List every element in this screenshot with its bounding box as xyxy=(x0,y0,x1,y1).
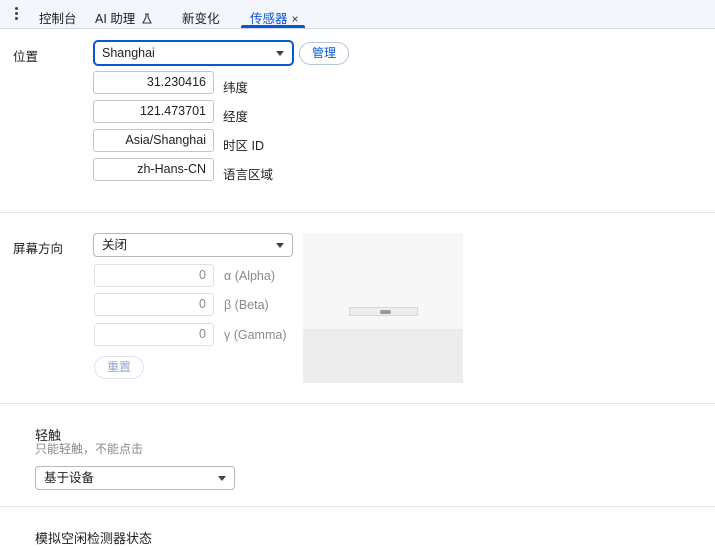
drawer-tabbar: 控制台 AI 助理 新变化 传感器 × xyxy=(0,0,715,29)
location-label: 位置 xyxy=(13,50,39,64)
section-divider xyxy=(0,403,715,404)
touch-select[interactable]: 基于设备 xyxy=(35,466,235,490)
beta-input[interactable]: 0 xyxy=(94,293,214,316)
alpha-input[interactable]: 0 xyxy=(94,264,214,287)
tab-console[interactable]: 控制台 xyxy=(39,8,77,27)
touch-select-value: 基于设备 xyxy=(44,471,95,485)
latitude-input[interactable]: 31.230416 xyxy=(93,71,214,94)
longitude-label: 经度 xyxy=(223,110,249,124)
idle-title: 模拟空闲检测器状态 xyxy=(35,531,153,546)
section-divider xyxy=(0,506,715,507)
locale-input[interactable]: zh-Hans-CN xyxy=(93,158,214,181)
tab-ai-assistance[interactable]: AI 助理 xyxy=(95,8,152,27)
location-select[interactable]: Shanghai xyxy=(93,40,294,66)
alpha-label: α (Alpha) xyxy=(224,269,275,283)
manage-locations-button[interactable]: 管理 xyxy=(299,42,349,65)
orientation-select-value: 关闭 xyxy=(102,238,128,252)
location-select-value: Shanghai xyxy=(102,46,155,60)
chevron-down-icon xyxy=(276,243,284,248)
device-button xyxy=(380,310,391,314)
touch-subtitle: 只能轻触，不能点击 xyxy=(35,442,144,456)
latitude-label: 纬度 xyxy=(223,81,249,95)
timezone-label: 时区 ID xyxy=(223,139,264,153)
more-options-icon[interactable] xyxy=(11,6,21,22)
active-tab-indicator xyxy=(241,25,305,28)
beaker-icon xyxy=(141,13,152,24)
preview-floor xyxy=(303,329,463,383)
orientation-label: 屏幕方向 xyxy=(13,242,64,256)
beta-label: β (Beta) xyxy=(224,298,269,312)
orientation-preview[interactable] xyxy=(303,233,463,383)
timezone-input[interactable]: Asia/Shanghai xyxy=(93,129,214,152)
tab-sensors-label: 传感器 xyxy=(250,12,288,26)
tab-ai-assistance-label: AI 助理 xyxy=(95,12,136,26)
tab-whats-new[interactable]: 新变化 xyxy=(182,8,220,27)
chevron-down-icon xyxy=(218,476,226,481)
section-divider xyxy=(0,212,715,213)
gamma-input[interactable]: 0 xyxy=(94,323,214,346)
chevron-down-icon xyxy=(276,51,284,56)
locale-label: 语言区域 xyxy=(223,168,274,182)
longitude-input[interactable]: 121.473701 xyxy=(93,100,214,123)
close-icon[interactable]: × xyxy=(292,12,299,26)
gamma-label: γ (Gamma) xyxy=(224,328,287,342)
orientation-select[interactable]: 关闭 xyxy=(93,233,293,257)
reset-orientation-button[interactable]: 重置 xyxy=(94,356,144,379)
